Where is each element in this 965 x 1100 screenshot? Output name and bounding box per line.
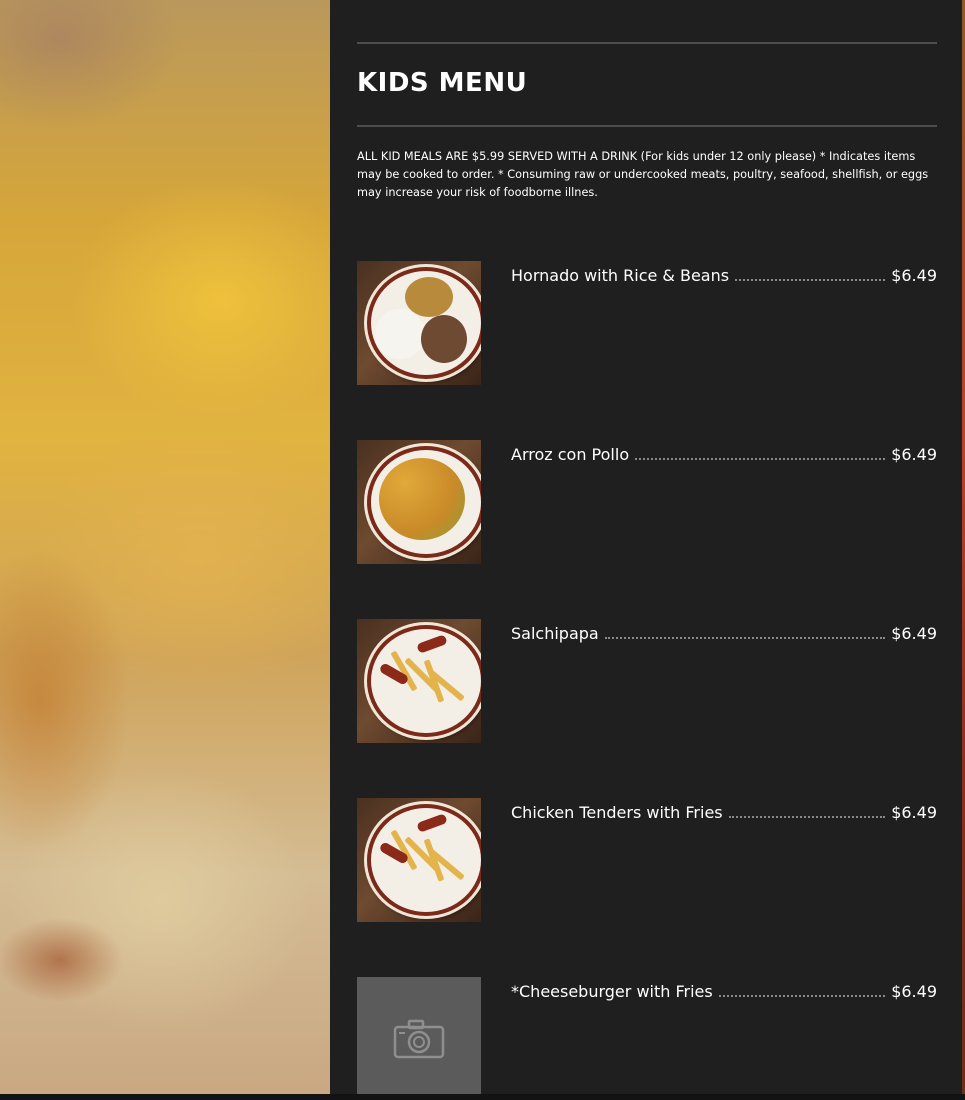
item-price: $6.49 xyxy=(891,982,937,1001)
item-row: *Cheeseburger with Fries $6.49 xyxy=(511,977,937,1001)
beans-image xyxy=(405,277,453,317)
item-photo-placeholder[interactable] xyxy=(357,977,481,1094)
rice-chicken-image xyxy=(379,458,465,540)
plate-image xyxy=(367,446,481,558)
menu-item: Hornado with Rice & Beans $6.49 xyxy=(357,261,937,385)
menu-item: *Cheeseburger with Fries $6.49 xyxy=(357,977,937,1094)
item-price: $6.49 xyxy=(891,624,937,643)
item-name: Arroz con Pollo xyxy=(511,445,630,464)
item-row: Hornado with Rice & Beans $6.49 xyxy=(511,261,937,285)
plate-image xyxy=(367,625,481,737)
rice-image xyxy=(375,309,425,359)
item-price: $6.49 xyxy=(891,445,937,464)
item-photo-arroz-con-pollo[interactable] xyxy=(357,440,481,564)
menu-item: Chicken Tenders with Fries $6.49 xyxy=(357,798,937,922)
sausage-image xyxy=(416,634,448,654)
menu-item: Salchipapa $6.49 xyxy=(357,619,937,743)
item-photo-salchipapa[interactable] xyxy=(357,619,481,743)
item-name: Salchipapa xyxy=(511,624,599,643)
plate-image xyxy=(367,804,481,916)
pork-image xyxy=(421,315,467,363)
sausage-image xyxy=(416,813,448,833)
top-divider xyxy=(357,42,937,44)
item-price: $6.49 xyxy=(891,803,937,822)
item-name: Chicken Tenders with Fries xyxy=(511,803,723,822)
item-name: *Cheeseburger with Fries xyxy=(511,982,713,1001)
item-price: $6.49 xyxy=(891,266,937,285)
menu-title: KIDS MENU xyxy=(357,68,528,98)
item-photo-chicken-tenders[interactable] xyxy=(357,798,481,922)
item-row: Salchipapa $6.49 xyxy=(511,619,937,643)
plate-image xyxy=(367,267,481,379)
title-divider xyxy=(357,125,937,127)
kids-menu-section: KIDS MENU ALL KID MEALS ARE $5.99 SERVED… xyxy=(330,0,962,1094)
dotted-leader xyxy=(728,816,886,818)
dotted-leader xyxy=(718,995,886,997)
dotted-leader xyxy=(635,458,886,460)
item-photo-hornado[interactable] xyxy=(357,261,481,385)
menu-item: Arroz con Pollo $6.49 xyxy=(357,440,937,564)
item-row: Arroz con Pollo $6.49 xyxy=(511,440,937,464)
dotted-leader xyxy=(735,279,886,281)
page-bottom-strip xyxy=(0,1094,965,1100)
background-food-photo xyxy=(0,0,330,1094)
dotted-leader xyxy=(604,637,886,639)
item-row: Chicken Tenders with Fries $6.49 xyxy=(511,798,937,822)
item-name: Hornado with Rice & Beans xyxy=(511,266,730,285)
camera-icon xyxy=(393,1019,445,1059)
menu-description: ALL KID MEALS ARE $5.99 SERVED WITH A DR… xyxy=(357,150,929,199)
